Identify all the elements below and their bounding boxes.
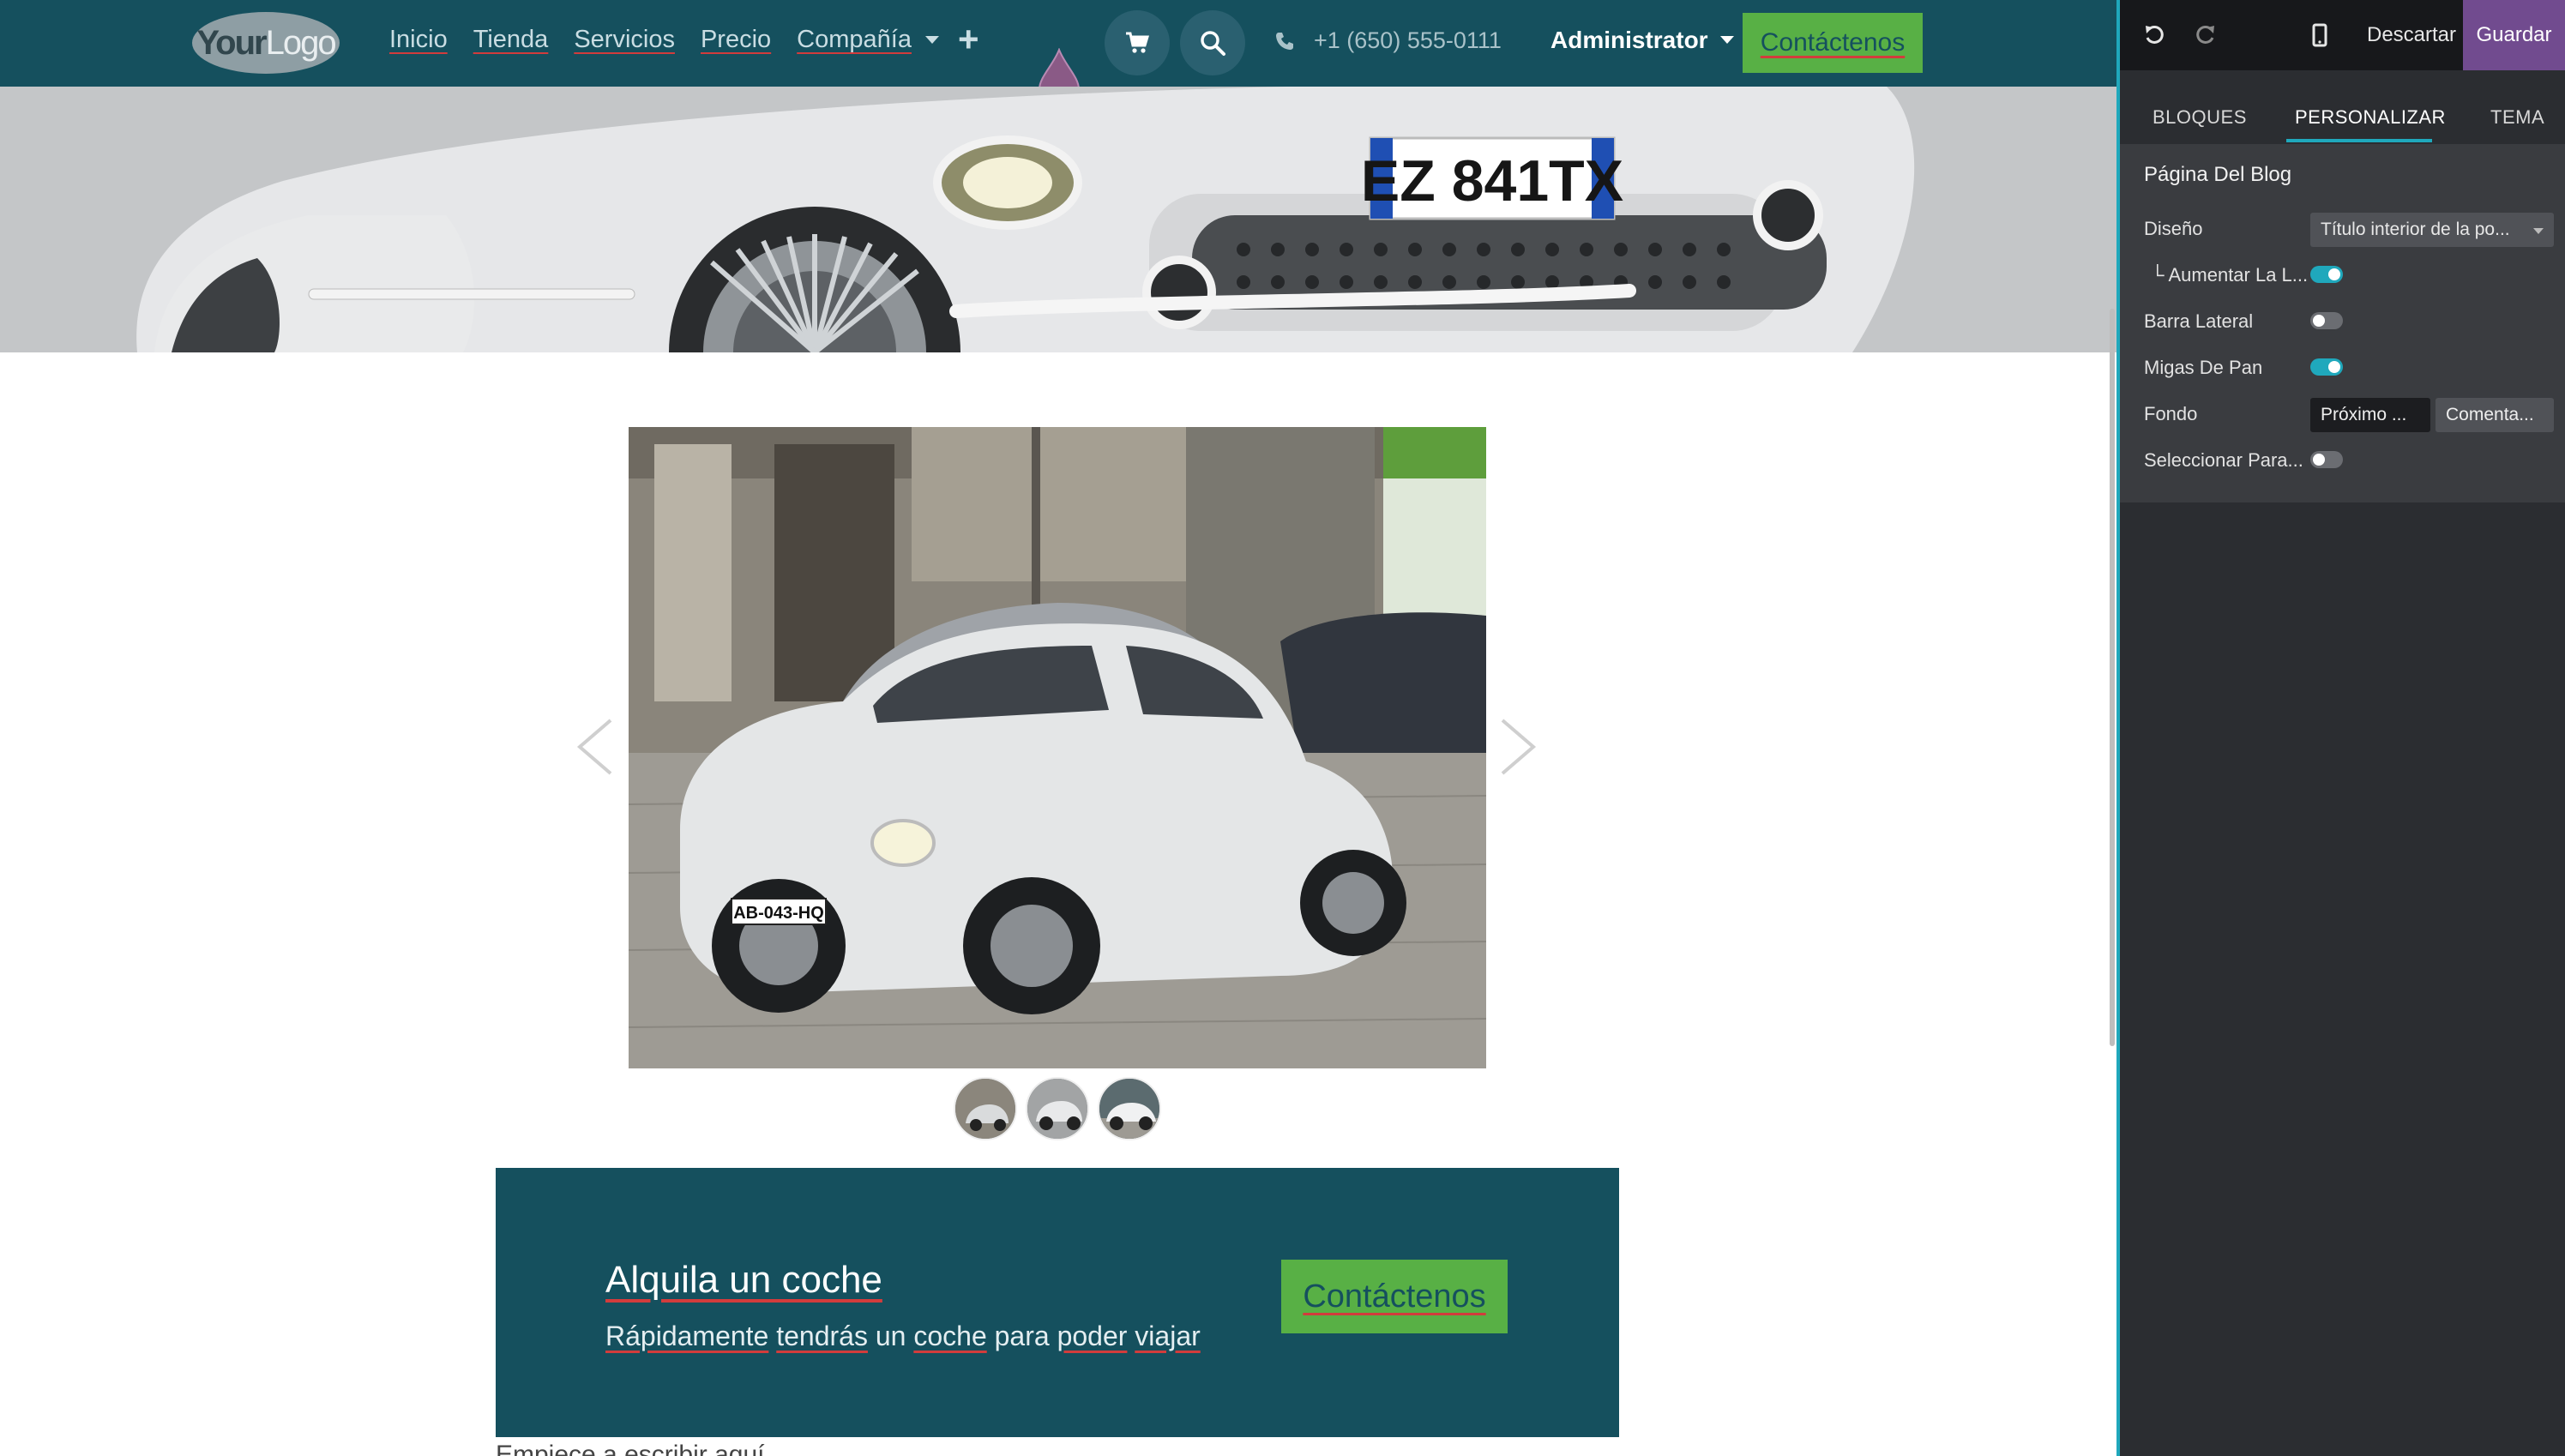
car-photo: AB-043-HQ	[629, 427, 1486, 1068]
user-name: Administrator	[1550, 27, 1708, 53]
design-select[interactable]: Título interior de la po...	[2310, 213, 2554, 247]
cart-icon	[1126, 32, 1149, 53]
search-button[interactable]	[1180, 10, 1245, 75]
search-icon	[1201, 31, 1225, 56]
cta-subtitle-word: para	[994, 1321, 1050, 1351]
menu-item-servicios[interactable]: Servicios	[574, 26, 675, 54]
toggle-knob	[2328, 361, 2340, 373]
editor-toolbar: Descartar Guardar	[2120, 0, 2565, 70]
cta-subtitle-word: coche	[913, 1321, 987, 1351]
cta-subtitle-word: un	[875, 1321, 906, 1351]
editor-panel: Descartar Guardar BLOQUES PERSONALIZAR T…	[2116, 0, 2565, 1456]
site-navbar: Your Logo Inicio Tienda Servicios Precio …	[0, 0, 2116, 108]
cta-contact-button[interactable]: Contáctenos	[1281, 1260, 1508, 1333]
carousel-thumbnail[interactable]	[1026, 1077, 1089, 1140]
cta-subtitle-word: poder	[1057, 1321, 1128, 1351]
phone-number: +1 (650) 555-0111	[1314, 27, 1502, 53]
editor-tabs: BLOQUES PERSONALIZAR TEMA	[2120, 70, 2565, 144]
plus-icon[interactable]: +	[958, 19, 979, 60]
logo-text-your: Your	[196, 23, 267, 62]
sidebar-toggle[interactable]	[2310, 312, 2343, 329]
chevron-down-icon	[924, 36, 939, 44]
menu-item-precio[interactable]: Precio	[701, 26, 771, 54]
cta-subtitle-word: viajar	[1135, 1321, 1201, 1351]
call-to-action-block: Alquila un coche Rápidamente tendrás un …	[496, 1168, 1619, 1437]
design-label: Diseño	[2144, 218, 2203, 239]
carousel-thumbnails	[954, 1077, 1161, 1140]
banner-plate-text: EZ 841TX	[1361, 148, 1623, 214]
menu-item-inicio[interactable]: Inicio	[389, 26, 448, 54]
blog-page-options: Página Del Blog Diseño Título interior d…	[2120, 144, 2565, 502]
toggle-knob	[2313, 454, 2325, 466]
car-plate-text: AB-043-HQ	[733, 904, 824, 923]
tab-tema[interactable]: TEMA	[2490, 106, 2544, 129]
breadcrumbs-toggle[interactable]	[2310, 358, 2343, 376]
phone-icon	[1276, 32, 1293, 50]
cta-subtitle-word: tendrás	[776, 1321, 868, 1351]
carousel-thumbnail[interactable]	[954, 1077, 1017, 1140]
start-writing-placeholder[interactable]: Empiece a escribir aquí	[496, 1441, 764, 1456]
background-comments-button[interactable]: Comenta...	[2436, 398, 2554, 432]
redo-button[interactable]	[2183, 0, 2228, 70]
chevron-right-icon[interactable]	[1497, 717, 1540, 777]
car-front-image: EZ 841TX	[0, 87, 2116, 352]
tab-personalizar[interactable]: PERSONALIZAR	[2295, 106, 2446, 129]
page-scrollbar[interactable]	[2110, 309, 2115, 1046]
mobile-icon	[2312, 23, 2327, 47]
carousel-image[interactable]: AB-043-HQ	[629, 427, 1486, 1068]
logo-text-logo: Logo	[265, 23, 337, 62]
increase-width-label: └ Aumentar La L...	[2151, 264, 2309, 286]
page: Your Logo Inicio Tienda Servicios Precio …	[0, 0, 2565, 1456]
cta-subtitle-word: Rápidamente	[605, 1321, 769, 1351]
navbar-contact-button[interactable]: Contáctenos	[1743, 13, 1923, 73]
toggle-knob	[2313, 315, 2325, 327]
sidebar-label: Barra Lateral	[2144, 310, 2254, 332]
chevron-down-icon	[1719, 36, 1734, 44]
site-logo[interactable]: Your Logo	[192, 12, 340, 74]
cart-button[interactable]	[1105, 10, 1170, 75]
phone-contact[interactable]: +1 (650) 555-0111	[1274, 27, 1502, 54]
background-label: Fondo	[2144, 403, 2198, 424]
cta-title: Alquila un coche	[605, 1259, 882, 1301]
mobile-preview-button[interactable]	[2298, 0, 2341, 70]
undo-button[interactable]	[2132, 0, 2177, 70]
menu-item-compania-label: Compañía	[797, 26, 912, 53]
select-label: Seleccionar Para...	[2144, 449, 2303, 471]
chevron-left-icon[interactable]	[573, 717, 616, 777]
menu-item-tienda[interactable]: Tienda	[473, 26, 549, 54]
user-menu[interactable]: Administrator	[1550, 27, 1734, 54]
chevron-down-icon	[2533, 228, 2544, 234]
menu-item-compania[interactable]: Compañía	[797, 26, 939, 54]
breadcrumbs-label: Migas De Pan	[2144, 357, 2263, 378]
active-tab-indicator	[2286, 139, 2432, 142]
section-title: Página Del Blog	[2144, 163, 2292, 186]
design-select-value: Título interior de la po...	[2321, 220, 2510, 239]
save-button[interactable]: Guardar	[2463, 0, 2565, 70]
redo-icon	[2196, 25, 2214, 44]
toggle-knob	[2328, 268, 2340, 280]
website-preview: Your Logo Inicio Tienda Servicios Precio …	[0, 0, 2116, 1456]
tab-bloques[interactable]: BLOQUES	[2153, 106, 2247, 129]
cta-subtitle: Rápidamente tendrás un coche para poder …	[605, 1321, 1201, 1352]
select-toggle[interactable]	[2310, 451, 2343, 468]
carousel-thumbnail[interactable]	[1098, 1077, 1161, 1140]
discard-button[interactable]: Descartar	[2351, 0, 2472, 70]
increase-width-toggle[interactable]	[2310, 266, 2343, 283]
main-menu: Inicio Tienda Servicios Precio Compañía	[389, 26, 939, 54]
background-next-button[interactable]: Próximo ...	[2310, 398, 2430, 432]
undo-icon	[2146, 25, 2164, 44]
cover-image: EZ 841TX	[0, 87, 2116, 352]
